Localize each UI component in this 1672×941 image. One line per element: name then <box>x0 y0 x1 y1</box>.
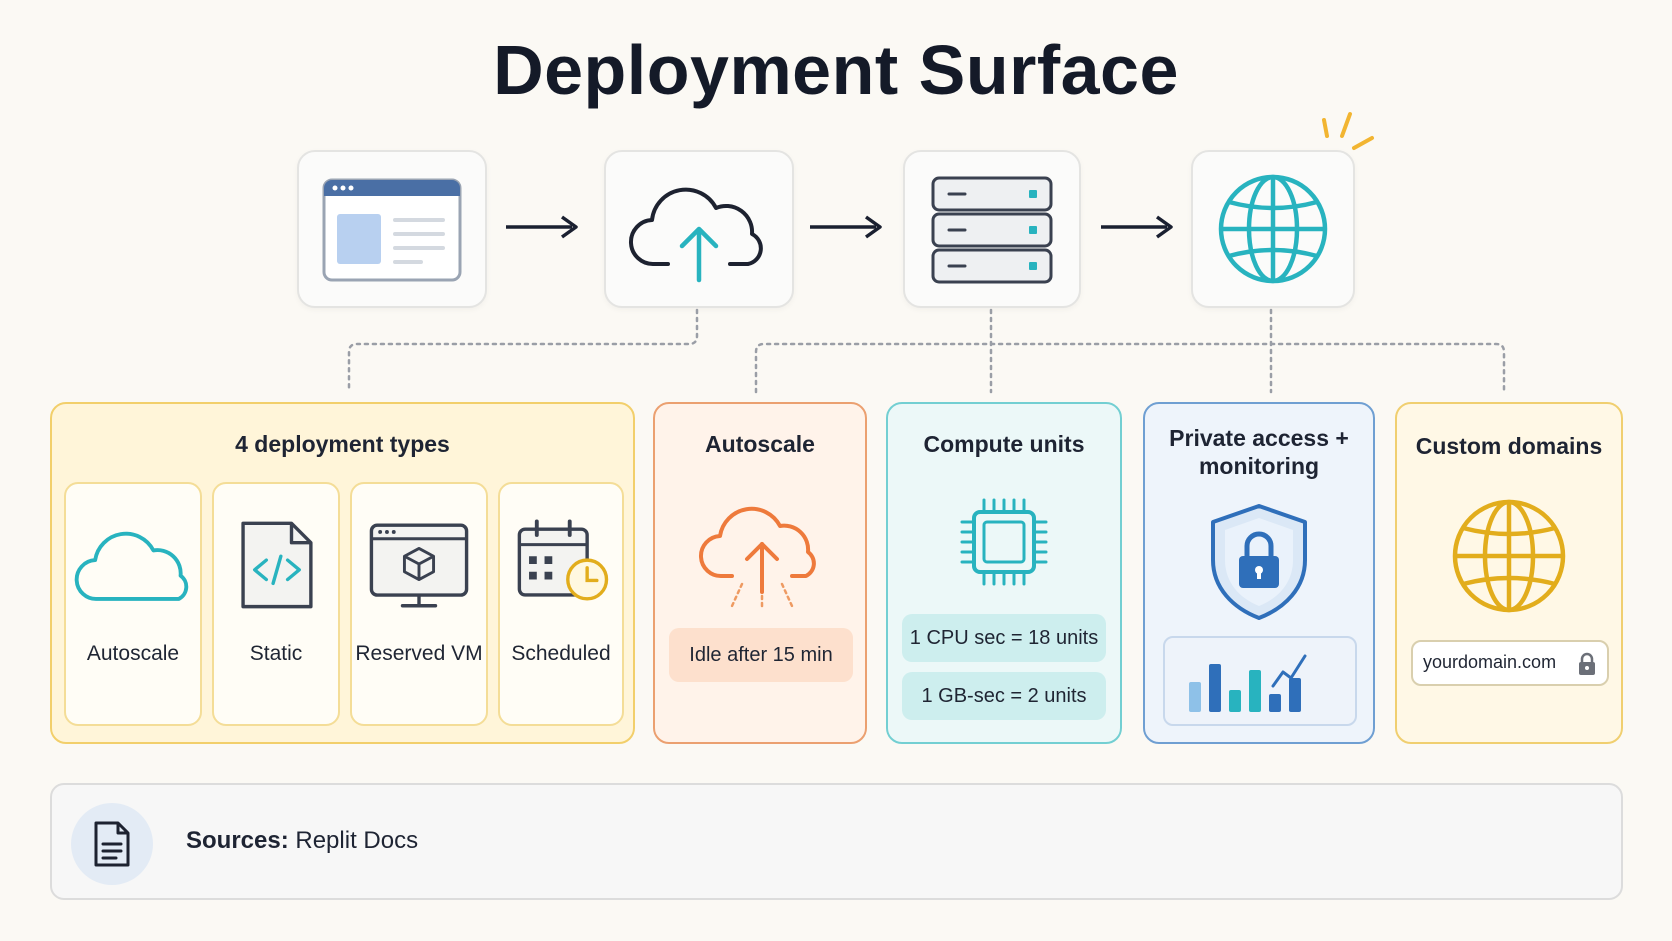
server-rack-icon <box>931 176 1053 284</box>
flow-step-server <box>903 150 1081 308</box>
code-file-icon <box>241 521 313 609</box>
private-access-title-line1: Private access + <box>1169 425 1349 451</box>
arrow-right-icon <box>506 215 578 239</box>
deployment-type-label: Static <box>249 642 303 665</box>
deployment-type-label: Reserved VM <box>355 642 483 665</box>
deployment-types-panel: 4 deployment types Autoscale Static Rese… <box>50 402 635 744</box>
bar-chart-icon <box>1189 654 1307 712</box>
memory-units-chip: 1 GB-sec = 2 units <box>902 672 1106 720</box>
deployment-type-reserved-vm[interactable]: Reserved VM <box>350 482 488 726</box>
document-icon <box>94 821 130 867</box>
cloud-upload-icon <box>629 187 763 283</box>
idle-note-chip: Idle after 15 min <box>669 628 853 682</box>
sources-value[interactable]: Replit Docs <box>295 827 418 854</box>
flow-step-globe <box>1191 150 1355 308</box>
deployment-type-autoscale[interactable]: Autoscale <box>64 482 202 726</box>
globe-icon <box>1218 174 1328 284</box>
flow-step-upload <box>604 150 794 308</box>
cpu-units-chip: 1 CPU sec = 18 units <box>902 614 1106 662</box>
deployment-type-label: Scheduled <box>511 642 611 665</box>
page-title: Deployment Surface <box>493 31 1179 109</box>
monitoring-chart-card <box>1163 636 1357 726</box>
deployment-type-label: Autoscale <box>86 642 180 665</box>
calendar-clock-icon <box>517 519 609 601</box>
cloud-icon <box>74 531 189 601</box>
globe-icon <box>1452 499 1566 613</box>
private-access-title-line2: monitoring <box>1198 453 1320 479</box>
domain-value: yourdomain.com <box>1423 652 1557 672</box>
browser-window-icon <box>322 178 462 282</box>
custom-domains-title: Custom domains <box>1415 433 1603 459</box>
arrow-right-icon <box>810 215 882 239</box>
domain-field[interactable]: yourdomain.com <box>1411 640 1609 686</box>
cloud-upload-icon <box>698 506 816 612</box>
compute-units-panel: Compute units 1 CPU sec = 18 units 1 GB-… <box>886 402 1122 744</box>
deployment-type-static[interactable]: Static <box>212 482 340 726</box>
sources-bar: Sources: Replit Docs <box>50 783 1623 900</box>
cpu-chip-icon <box>960 498 1048 586</box>
vm-window-icon <box>369 523 469 608</box>
autoscale-panel: Autoscale Idle after 15 min <box>653 402 867 744</box>
deployment-type-scheduled[interactable]: Scheduled <box>498 482 624 726</box>
private-access-panel: Private access + monitoring <box>1143 402 1375 744</box>
sources-text: Sources: Replit Docs <box>186 827 418 855</box>
autoscale-title: Autoscale <box>705 431 815 457</box>
shield-lock-icon <box>1211 504 1307 620</box>
compute-units-title: Compute units <box>923 431 1085 457</box>
arrow-right-icon <box>1101 215 1173 239</box>
sources-label: Sources: <box>186 827 289 854</box>
lock-icon <box>1579 652 1595 675</box>
document-icon-badge <box>71 803 153 885</box>
deployment-types-title: 4 deployment types <box>235 431 450 457</box>
flow-step-browser <box>297 150 487 308</box>
custom-domains-panel: Custom domains yourdomain.com <box>1395 402 1623 744</box>
